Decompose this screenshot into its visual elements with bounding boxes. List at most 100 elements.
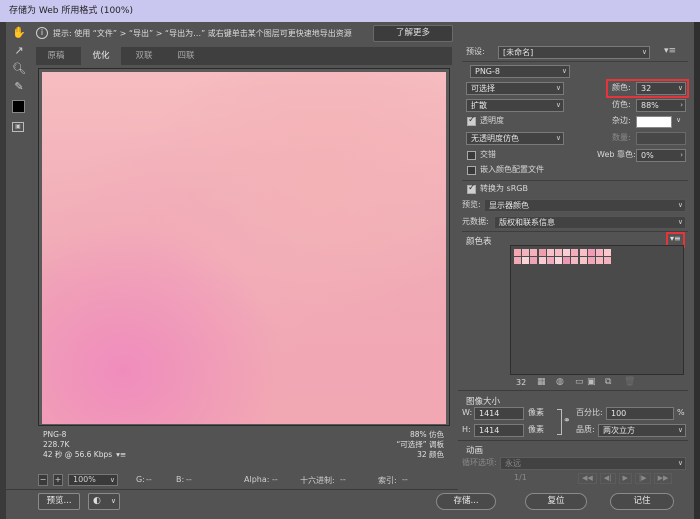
link-icon[interactable]: ⚭	[563, 416, 571, 426]
quality-select[interactable]: 两次立方 ∨	[598, 424, 686, 437]
color-swatch[interactable]	[538, 249, 546, 256]
tab-4-up[interactable]: 四联	[166, 47, 206, 65]
browser-select[interactable]: ◐ ∨	[88, 493, 120, 510]
divider	[458, 390, 688, 391]
color-swatch[interactable]	[530, 257, 538, 265]
color-swatch[interactable]	[579, 257, 587, 265]
chevron-down-icon[interactable]: ∨	[676, 116, 681, 124]
remember-button[interactable]: 记住	[610, 493, 674, 510]
preview-image[interactable]	[42, 72, 446, 424]
image-size-title: 图像大小	[466, 397, 501, 407]
web-snap-input[interactable]: 0% ›	[636, 149, 686, 162]
color-swatch[interactable]	[522, 257, 530, 265]
color-swatch[interactable]	[563, 257, 571, 265]
color-swatch[interactable]	[514, 249, 521, 256]
preview-mode-value: 显示器颜色	[489, 201, 529, 210]
color-table-menu-icon[interactable]: ▾≡	[670, 234, 681, 243]
download-speed-menu-icon[interactable]: ▾≡	[116, 450, 126, 460]
interlaced-checkbox[interactable]	[467, 151, 476, 160]
color-swatch[interactable]	[596, 249, 603, 256]
colors-select[interactable]: 32 ∨	[636, 82, 686, 95]
tab-2-up[interactable]: 双联	[124, 47, 164, 65]
zoom-select[interactable]: 100% ∨	[68, 474, 118, 486]
color-swatch[interactable]	[604, 249, 612, 256]
stat-colors: 32 颜色	[417, 450, 444, 459]
color-reduction-select[interactable]: 可选择 ∨	[466, 82, 564, 95]
color-swatch[interactable]	[522, 249, 530, 256]
lock-icon[interactable]: ▣	[587, 377, 596, 387]
eyedropper-tool-icon[interactable]: ✎	[12, 80, 26, 94]
color-swatch[interactable]	[563, 249, 571, 256]
zoom-tool-icon[interactable]: 🔍︎	[12, 62, 26, 76]
loop-value: 永远	[505, 459, 521, 468]
width-value: 1414	[479, 409, 500, 418]
chevron-down-icon: ∨	[677, 201, 683, 209]
color-swatch[interactable]	[587, 257, 595, 265]
width-input[interactable]: 1414	[474, 407, 524, 420]
toggle-slices-icon[interactable]: ▣	[12, 122, 24, 132]
preset-menu-icon[interactable]: ▾≡	[664, 46, 676, 56]
frame-counter: 1/1	[514, 473, 527, 482]
dither-amount-input[interactable]: 88% ›	[636, 99, 686, 112]
lock-color-icon[interactable]: ▭	[575, 377, 584, 387]
color-swatch[interactable]	[555, 257, 562, 265]
zoom-in-button[interactable]: +	[53, 474, 63, 486]
dither-label: 仿色:	[612, 100, 631, 109]
color-swatch[interactable]	[596, 257, 603, 265]
transparency-checkbox[interactable]	[467, 115, 476, 126]
color-swatch[interactable]	[579, 249, 587, 256]
color-table-title: 颜色表	[466, 237, 492, 247]
color-swatch[interactable]	[571, 257, 579, 265]
matte-label: 杂边:	[612, 116, 631, 125]
color-swatch[interactable]	[546, 249, 554, 256]
preview-button[interactable]: 预览...	[38, 493, 80, 510]
chevron-right-icon: ›	[680, 151, 683, 159]
chevron-down-icon: ∨	[555, 134, 561, 142]
format-select[interactable]: PNG-8 ∨	[470, 65, 570, 78]
height-value: 1414	[479, 426, 500, 435]
chevron-down-icon: ∨	[561, 67, 567, 75]
save-button[interactable]: 存储...	[436, 493, 496, 510]
new-color-icon[interactable]: ⧉	[605, 377, 611, 387]
color-swatch[interactable]	[587, 249, 595, 256]
color-swatch[interactable]	[538, 257, 546, 265]
color-reduction-value: 可选择	[471, 84, 495, 93]
color-swatch[interactable]	[604, 257, 612, 265]
height-input[interactable]: 1414	[474, 424, 524, 437]
transparency-dither-select[interactable]: 无透明度仿色 ∨	[466, 132, 564, 145]
color-swatch[interactable]	[546, 257, 554, 265]
chevron-down-icon: ∨	[110, 497, 116, 505]
color-count: 32	[516, 378, 527, 387]
chevron-down-icon: ∨	[555, 101, 561, 109]
map-transparent-icon[interactable]: ▦	[537, 377, 546, 387]
transparency-label: 透明度	[480, 116, 504, 125]
tab-original[interactable]: 原稿	[36, 47, 76, 65]
slice-select-tool-icon[interactable]: ↗	[12, 44, 26, 58]
last-frame-icon: ▶▶	[653, 473, 673, 484]
preset-select[interactable]: [未命名] ∨	[498, 46, 650, 59]
reset-button[interactable]: 复位	[525, 493, 587, 510]
percent-input[interactable]: 100	[606, 407, 674, 420]
color-swatch[interactable]	[571, 249, 579, 256]
index-label: 索引:	[378, 476, 397, 485]
metadata-select[interactable]: 版权和联系信息 ∨	[494, 216, 686, 229]
tool-column: ✋ ↗ 🔍︎ ✎ ▣	[8, 22, 30, 144]
dither-algorithm-select[interactable]: 扩散 ∨	[466, 99, 564, 112]
color-swatch[interactable]	[555, 249, 562, 256]
tab-optimized[interactable]: 优化	[81, 47, 121, 65]
embed-profile-checkbox[interactable]	[467, 166, 476, 175]
preview-stats-left: PNG-8 228.7K 42 秒 @ 56.6 Kbps ▾≡	[43, 430, 243, 460]
convert-srgb-checkbox[interactable]	[467, 183, 476, 194]
transparency-dither-value: 无透明度仿色	[471, 134, 519, 143]
learn-more-button[interactable]: 了解更多	[373, 25, 453, 42]
color-swatch[interactable]	[514, 257, 521, 265]
web-shift-icon[interactable]: ◍	[556, 377, 564, 387]
zoom-out-button[interactable]: −	[38, 474, 48, 486]
preset-label: 预设:	[466, 47, 485, 56]
eyedropper-color-swatch[interactable]	[12, 100, 25, 113]
hand-tool-icon[interactable]: ✋	[12, 26, 26, 40]
preview-mode-select[interactable]: 显示器颜色 ∨	[484, 199, 686, 212]
chevron-down-icon: ∨	[677, 84, 683, 92]
matte-color-swatch[interactable]	[636, 116, 672, 128]
color-swatch[interactable]	[530, 249, 538, 256]
